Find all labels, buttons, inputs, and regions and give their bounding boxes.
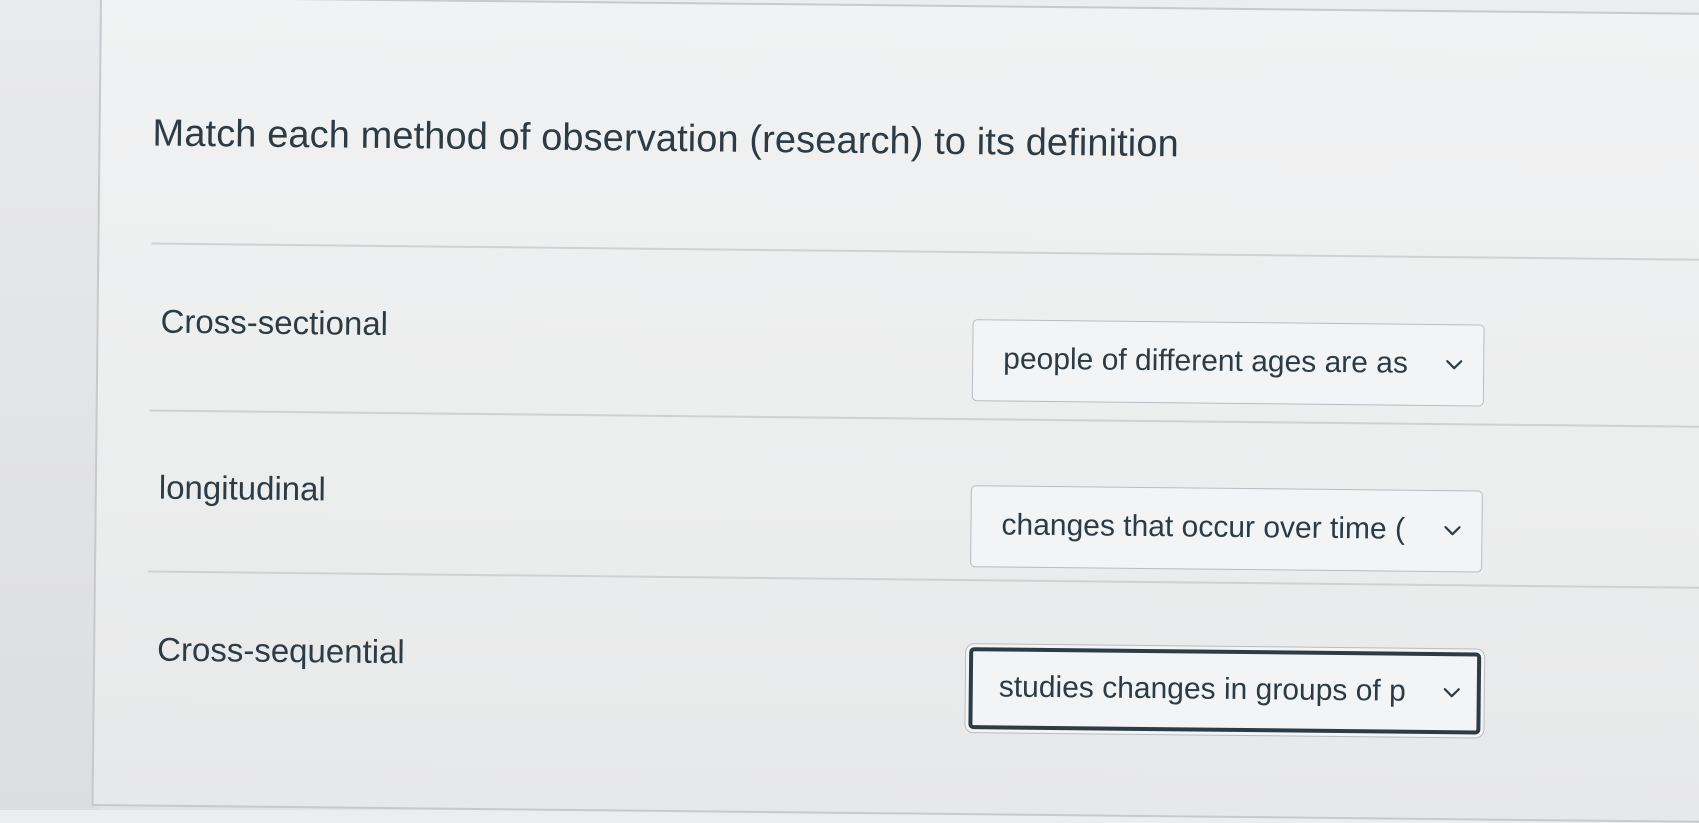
answer-select[interactable]: changes that occur over time (: [970, 485, 1483, 573]
question-text: Match each method of observation (resear…: [152, 112, 1180, 166]
question-card: Match each method of observation (resear…: [91, 0, 1699, 823]
page-background: [0, 0, 100, 810]
match-row-longitudinal: longitudinal changes that occur over tim…: [96, 454, 1697, 611]
chevron-down-icon: [1446, 360, 1463, 370]
chevron-down-icon: [1444, 526, 1461, 536]
term-label: longitudinal: [158, 468, 327, 508]
select-value: changes that occur over time (: [1001, 508, 1406, 546]
answer-select[interactable]: people of different ages are as: [971, 319, 1485, 407]
answer-select-focused[interactable]: studies changes in groups of p: [968, 647, 1482, 735]
term-label: Cross-sectional: [160, 302, 389, 343]
term-label: Cross-sequential: [156, 630, 405, 671]
match-row-cross-sectional: Cross-sectional people of different ages…: [97, 288, 1698, 445]
match-row-cross-sequential: Cross-sequential studies changes in grou…: [94, 616, 1695, 773]
divider: [151, 242, 1699, 262]
select-value: studies changes in groups of p: [998, 670, 1406, 708]
select-value: people of different ages are as: [1003, 342, 1409, 380]
chevron-down-icon: [1443, 688, 1460, 698]
